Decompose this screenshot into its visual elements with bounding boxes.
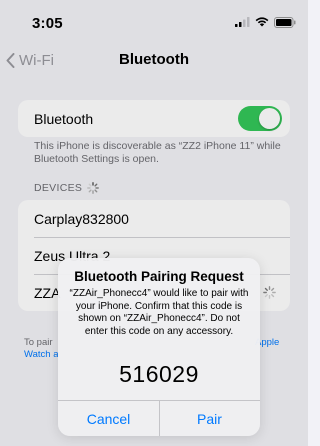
pair-button[interactable]: Pair	[159, 401, 260, 436]
alert-message: “ZZAir_Phonecc4” would like to pair with…	[69, 288, 249, 337]
alert-title: Bluetooth Pairing Request	[74, 269, 244, 284]
pairing-request-alert: Bluetooth Pairing Request “ZZAir_Phonecc…	[58, 258, 260, 436]
pairing-code: 516029	[119, 361, 199, 387]
cancel-button[interactable]: Cancel	[58, 401, 159, 436]
